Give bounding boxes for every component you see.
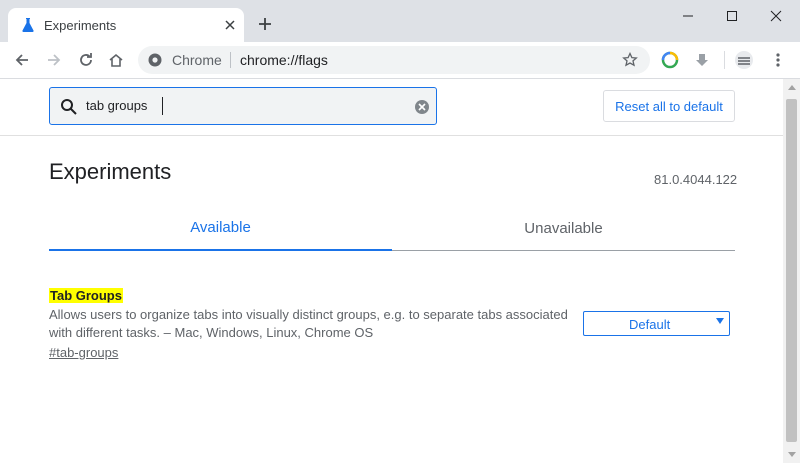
scrollbar[interactable] bbox=[783, 79, 800, 463]
flag-name: Tab Groups bbox=[49, 288, 123, 303]
page-title: Experiments bbox=[49, 159, 172, 184]
scrollbar-thumb[interactable] bbox=[786, 99, 797, 442]
flags-header: tab groups Reset all to default bbox=[0, 79, 783, 136]
maximize-icon bbox=[727, 11, 737, 21]
tab-strip: Experiments bbox=[0, 0, 800, 42]
minimize-button[interactable] bbox=[668, 4, 708, 28]
close-tab-icon[interactable] bbox=[222, 17, 238, 33]
download-extension-button[interactable] bbox=[692, 50, 712, 70]
avatar-icon bbox=[735, 51, 753, 69]
close-icon bbox=[770, 10, 782, 22]
omnibox-scheme: Chrome bbox=[172, 52, 222, 68]
maximize-button[interactable] bbox=[712, 4, 752, 28]
browser-toolbar: Chrome chrome://flags bbox=[0, 42, 800, 79]
arrow-right-icon bbox=[48, 54, 61, 66]
chevron-down-icon bbox=[716, 318, 724, 324]
tab-unavailable[interactable]: Unavailable bbox=[392, 206, 735, 251]
toolbar-divider bbox=[724, 51, 725, 69]
browser-tab[interactable]: Experiments bbox=[8, 8, 244, 42]
search-input[interactable]: tab groups bbox=[49, 87, 437, 125]
tab-available[interactable]: Available bbox=[49, 206, 392, 251]
flags-tabs: Available Unavailable bbox=[49, 206, 735, 251]
scroll-down-icon[interactable] bbox=[788, 452, 796, 457]
flag-state-value: Default bbox=[629, 317, 671, 332]
reload-button[interactable] bbox=[76, 50, 96, 70]
chrome-icon bbox=[148, 53, 162, 67]
home-icon bbox=[109, 53, 123, 67]
flag-description: Allows users to organize tabs into visua… bbox=[49, 307, 568, 340]
extension-ring-icon bbox=[661, 51, 679, 69]
clear-search-icon[interactable] bbox=[414, 99, 430, 115]
flag-state-select[interactable]: Default bbox=[583, 311, 730, 336]
close-window-button[interactable] bbox=[756, 4, 796, 28]
active-tab-indicator bbox=[49, 249, 392, 251]
version-label: 81.0.4044.122 bbox=[654, 172, 738, 187]
flask-icon bbox=[22, 18, 34, 32]
search-value: tab groups bbox=[86, 98, 148, 113]
star-icon[interactable] bbox=[622, 52, 638, 68]
extension-button[interactable] bbox=[660, 50, 680, 70]
omnibox-url: chrome://flags bbox=[240, 52, 328, 68]
back-button[interactable] bbox=[12, 50, 32, 70]
tab-underline bbox=[392, 250, 735, 251]
reload-icon bbox=[80, 53, 92, 66]
tab-title: Experiments bbox=[44, 18, 117, 33]
tab-unavailable-label: Unavailable bbox=[524, 220, 603, 237]
search-icon bbox=[61, 99, 77, 115]
arrow-left-icon bbox=[15, 54, 28, 66]
scroll-up-icon[interactable] bbox=[788, 85, 796, 90]
more-vert-icon bbox=[776, 53, 780, 67]
address-bar[interactable]: Chrome chrome://flags bbox=[138, 46, 650, 74]
home-button[interactable] bbox=[106, 50, 126, 70]
reset-all-button[interactable]: Reset all to default bbox=[603, 90, 735, 122]
new-tab-icon[interactable] bbox=[256, 15, 274, 33]
profile-button[interactable] bbox=[734, 50, 754, 70]
text-caret bbox=[162, 97, 163, 115]
forward-button[interactable] bbox=[44, 50, 64, 70]
minimize-icon bbox=[683, 15, 693, 17]
flag-permalink[interactable]: #tab-groups bbox=[49, 345, 118, 360]
tab-available-label: Available bbox=[190, 219, 251, 236]
menu-button[interactable] bbox=[768, 50, 788, 70]
download-icon bbox=[696, 54, 708, 66]
omnibox-separator bbox=[230, 52, 231, 68]
